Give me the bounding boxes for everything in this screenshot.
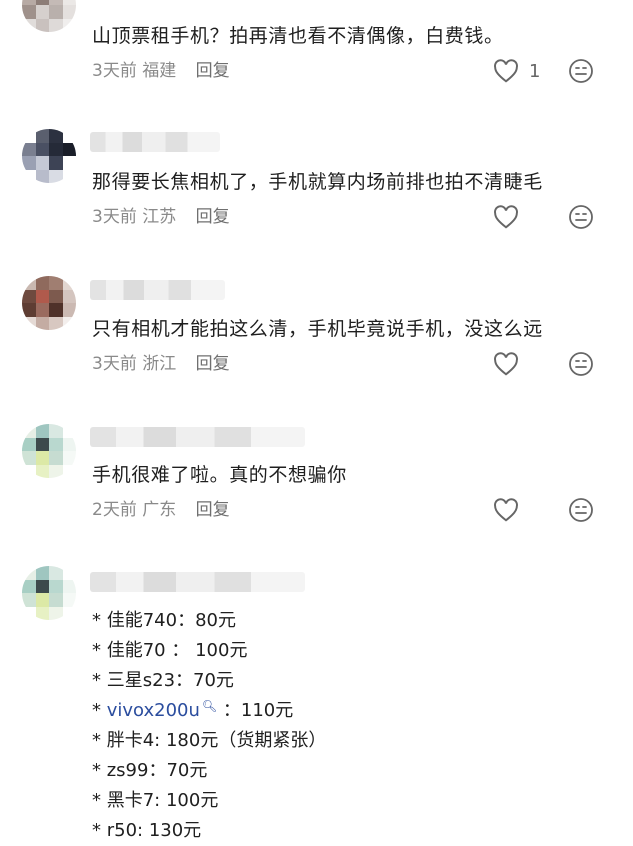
username-blurred[interactable] <box>90 427 305 447</box>
reply-button[interactable]: 回复 <box>196 61 230 81</box>
price-list: * 佳能740：80元 * 佳能70 ： 100元 * 三星s23：70元 * … <box>92 606 326 846</box>
emoji-face-icon[interactable] <box>568 58 594 84</box>
reply-button[interactable]: 回复 <box>196 500 230 520</box>
heart-outline-icon <box>494 59 518 83</box>
emoji-face-icon[interactable] <box>568 497 594 523</box>
search-icon[interactable]: 🔍︎ <box>202 699 217 713</box>
reply-button[interactable]: 回复 <box>196 354 230 374</box>
list-item: * 三星s23：70元 <box>92 670 234 691</box>
comment-time: 2天前 <box>92 500 137 520</box>
comment-time: 3天前 <box>92 207 137 227</box>
avatar[interactable] <box>22 0 76 32</box>
comment-text: 只有相机才能拍这么清，手机毕竟说手机，没这么远 <box>92 318 543 340</box>
like-count: 1 <box>529 60 541 82</box>
avatar[interactable] <box>22 424 76 478</box>
comment-time: 3天前 <box>92 354 137 374</box>
comment-text: 山顶票租手机？拍再清也看不清偶像，白费钱。 <box>92 25 504 47</box>
comment-location: 浙江 <box>142 354 177 374</box>
emoji-face-icon[interactable] <box>568 204 594 230</box>
avatar[interactable] <box>22 276 76 330</box>
comment-location: 福建 <box>142 61 177 81</box>
comment-text: 那得要长焦相机了，手机就算内场前排也拍不清睫毛 <box>92 171 543 193</box>
avatar[interactable] <box>22 129 76 183</box>
heart-outline-icon <box>494 352 518 376</box>
comment-meta: 3天前 浙江 回复 <box>92 352 230 376</box>
username-blurred[interactable] <box>90 572 305 592</box>
list-item: * zs99：70元 <box>92 760 208 781</box>
comment-location: 广东 <box>142 500 177 520</box>
comment-meta: 2天前 广东 回复 <box>92 498 230 522</box>
keyword-link[interactable]: vivox200u <box>107 700 200 721</box>
list-item: * r50: 130元 <box>92 820 202 841</box>
comment-meta: 3天前 江苏 回复 <box>92 205 230 229</box>
like-button[interactable] <box>493 498 519 522</box>
list-item: * 佳能740：80元 <box>92 610 236 631</box>
list-item: * 佳能70 ： 100元 <box>92 640 248 661</box>
like-button[interactable] <box>493 205 519 229</box>
list-item: * 黑卡7: 100元 <box>92 790 219 811</box>
list-item: * vivox200u 🔍︎ ：110元 <box>92 699 294 721</box>
comment-text: 手机很难了啦。真的不想骗你 <box>92 464 347 486</box>
heart-outline-icon <box>494 498 518 522</box>
like-button[interactable] <box>493 352 519 376</box>
reply-button[interactable]: 回复 <box>196 207 230 227</box>
emoji-face-icon[interactable] <box>568 351 594 377</box>
comment-time: 3天前 <box>92 61 137 81</box>
avatar[interactable] <box>22 566 76 620</box>
comment-meta: 3天前 福建 回复 <box>92 59 230 83</box>
heart-outline-icon <box>494 205 518 229</box>
comment-location: 江苏 <box>142 207 177 227</box>
like-button[interactable]: 1 <box>493 59 540 83</box>
list-item: * 胖卡4: 180元（货期紧张） <box>92 730 327 751</box>
username-blurred[interactable] <box>90 132 220 152</box>
username-blurred[interactable] <box>90 280 225 300</box>
